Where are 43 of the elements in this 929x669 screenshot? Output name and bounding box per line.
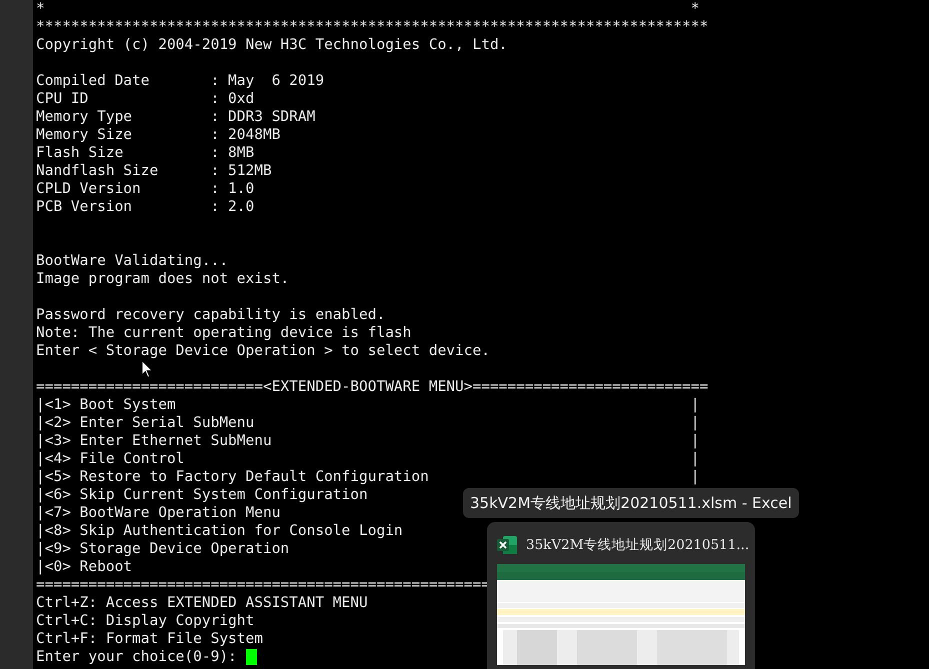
terminal-line: CPLD Version : 1.0 xyxy=(36,181,254,197)
menu-option: |<9> Storage Device Operation xyxy=(36,541,290,557)
menu-border: | xyxy=(690,450,700,468)
terminal-line: ***************************************************************************** xyxy=(36,19,708,35)
terminal-line: Note: The current operating device is flash xyxy=(36,325,412,341)
menu-border: | xyxy=(690,432,700,450)
terminal-line: PCB Version : 2.0 xyxy=(36,199,254,215)
menu-option: |<7> BootWare Operation Menu xyxy=(36,505,280,521)
menu-border: | xyxy=(690,468,700,486)
terminal-line: * xyxy=(690,0,700,18)
terminal-line: BootWare Validating... xyxy=(36,253,228,269)
terminal-line: CPU ID : 0xd xyxy=(36,91,254,107)
menu-option: |<0> Reboot xyxy=(36,559,132,575)
terminal-line: Memory Size : 2048MB xyxy=(36,127,280,143)
menu-border: | xyxy=(690,396,700,414)
menu-option: |<2> Enter Serial SubMenu xyxy=(36,415,254,431)
terminal-line: Image program does not exist. xyxy=(36,271,290,287)
terminal-line: Nandflash Size : 512MB xyxy=(36,163,272,179)
window-preview[interactable]: 35kV2M专线地址规划20210511... xyxy=(487,522,755,669)
preview-title: 35kV2M专线地址规划20210511... xyxy=(526,536,750,555)
menu-option: |<4> File Control xyxy=(36,451,184,467)
menu-option: |<8> Skip Authentication for Console Login xyxy=(36,523,403,539)
tooltip: 35kV2M专线地址规划20210511.xlsm - Excel xyxy=(463,488,799,518)
menu-option: |<6> Skip Current System Configuration xyxy=(36,487,368,503)
terminal-line: Memory Type : DDR3 SDRAM xyxy=(36,109,316,125)
terminal-line: Enter < Storage Device Operation > to select device. xyxy=(36,343,490,359)
terminal-line: ==========================<EXTENDED-BOOTWARE MENU>=========================== xyxy=(36,379,708,395)
mouse-pointer-icon xyxy=(141,360,153,378)
menu-border: | xyxy=(690,414,700,432)
terminal-line: Ctrl+C: Display Copyright xyxy=(36,613,254,629)
terminal-prompt: Enter your choice(0-9): xyxy=(36,648,237,666)
terminal-line: ==================================================== xyxy=(36,577,490,593)
menu-option: |<1> Boot System xyxy=(36,397,176,413)
spreadsheet-app-icon xyxy=(497,536,517,554)
menu-option: |<5> Restore to Factory Default Configuration xyxy=(36,469,429,485)
terminal-line: * xyxy=(36,0,46,18)
terminal-line: Ctrl+F: Format File System xyxy=(36,631,263,647)
terminal-line: Compiled Date : May 6 2019 xyxy=(36,73,324,89)
terminal-line: Ctrl+Z: Access EXTENDED ASSISTANT MENU xyxy=(36,595,368,611)
menu-option: |<3> Enter Ethernet SubMenu xyxy=(36,433,272,449)
terminal-line: Copyright (c) 2004-2019 New H3C Technologies Co., Ltd. xyxy=(36,37,508,53)
terminal-line: Password recovery capability is enabled. xyxy=(36,307,386,323)
terminal-line: Flash Size : 8MB xyxy=(36,145,254,161)
